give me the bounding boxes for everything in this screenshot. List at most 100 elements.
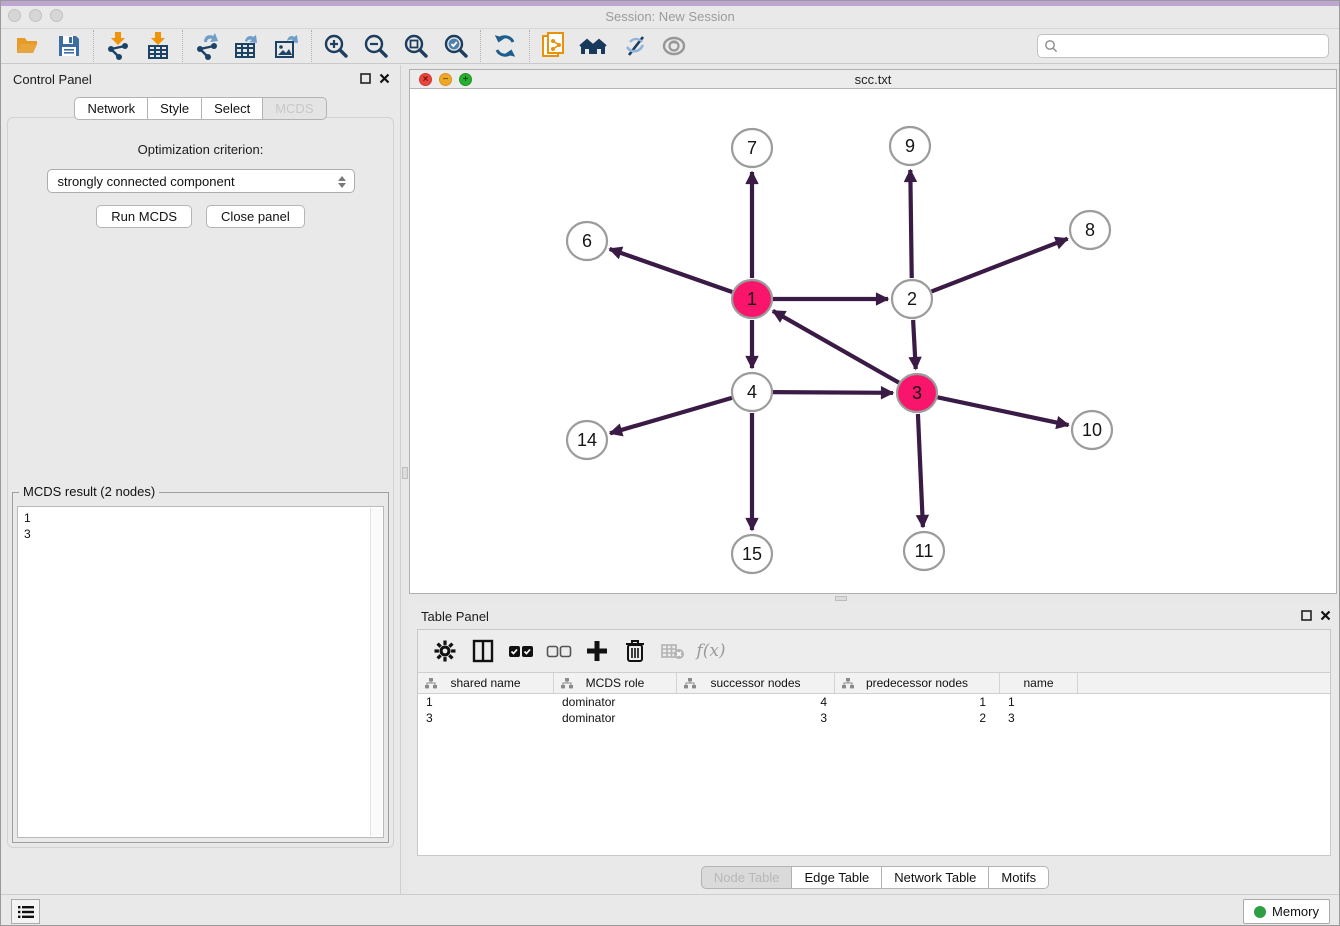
tab-network-table[interactable]: Network Table — [881, 866, 989, 889]
graph-node-8[interactable]: 8 — [1070, 211, 1110, 249]
tab-motifs[interactable]: Motifs — [988, 866, 1049, 889]
graph-edge-3-10[interactable] — [938, 397, 1069, 425]
graph-node-9[interactable]: 9 — [890, 127, 930, 165]
column-label: MCDS role — [586, 676, 645, 690]
zoom-out-button[interactable] — [356, 30, 396, 62]
column-header-mcds-role[interactable]: MCDS role — [554, 673, 677, 693]
tab-mcds[interactable]: MCDS — [262, 97, 326, 120]
hierarchy-icon — [684, 678, 696, 689]
column-header-shared-name[interactable]: shared name — [418, 673, 554, 693]
zoom-in-button[interactable] — [316, 30, 356, 62]
refresh-button[interactable] — [485, 30, 525, 62]
optimization-criterion-select[interactable]: strongly connected component — [47, 169, 355, 193]
column-label: shared name — [450, 676, 520, 690]
function-builder-button[interactable]: f(x) — [694, 634, 728, 668]
export-table-button[interactable] — [227, 30, 267, 62]
table-settings-button[interactable] — [428, 634, 462, 668]
tab-edge-table[interactable]: Edge Table — [791, 866, 882, 889]
memory-label: Memory — [1272, 904, 1319, 919]
fit-content-button[interactable] — [396, 30, 436, 62]
toggle-columns-button[interactable] — [466, 634, 500, 668]
column-label: predecessor nodes — [866, 676, 968, 690]
tab-select[interactable]: Select — [201, 97, 263, 120]
network-frame-titlebar[interactable]: × − + scc.txt — [410, 70, 1336, 89]
table-row[interactable]: 3 dominator 3 2 3 — [418, 710, 1330, 726]
open-network-file-button[interactable] — [534, 30, 574, 62]
tab-node-table[interactable]: Node Table — [701, 866, 793, 889]
cell-predecessor-nodes: 2 — [835, 710, 1000, 726]
hierarchy-icon — [842, 678, 854, 689]
graph-edge-3-1[interactable] — [773, 311, 899, 383]
split-divider-handle[interactable] — [835, 596, 847, 601]
toolbar-separator — [93, 30, 94, 62]
tab-style[interactable]: Style — [147, 97, 202, 120]
column-header-successor-nodes[interactable]: successor nodes — [677, 673, 835, 693]
hide-panels-button[interactable] — [614, 30, 654, 62]
overview-button[interactable] — [574, 30, 614, 62]
eye-icon — [660, 34, 688, 58]
task-list-icon — [18, 905, 34, 919]
graph-node-label: 3 — [912, 383, 922, 403]
close-panel-button[interactable]: Close panel — [206, 205, 305, 228]
close-panel-icon[interactable] — [379, 73, 390, 84]
graph-node-label: 7 — [747, 138, 757, 158]
float-panel-icon[interactable] — [1301, 610, 1312, 621]
graph-edge-2-3[interactable] — [913, 320, 916, 369]
import-table-button[interactable] — [138, 30, 178, 62]
column-header-predecessor-nodes[interactable]: predecessor nodes — [835, 673, 1000, 693]
graph-node-11[interactable]: 11 — [904, 532, 944, 570]
graph-edge-4-3[interactable] — [773, 392, 893, 393]
graph-node-label: 4 — [747, 382, 757, 402]
mcds-result-text[interactable]: 1 3 — [17, 506, 384, 838]
delete-columns-button[interactable] — [618, 634, 652, 668]
graph-node-3[interactable]: 3 — [897, 374, 937, 412]
graph-edge-2-8[interactable] — [932, 239, 1068, 292]
graph-edge-1-6[interactable] — [610, 249, 733, 292]
graph-node-label: 9 — [905, 136, 915, 156]
horizontal-split-divider[interactable] — [409, 594, 1340, 602]
select-all-columns-button[interactable] — [504, 634, 538, 668]
open-session-button[interactable] — [9, 30, 49, 62]
toolbar-separator — [182, 30, 183, 62]
table-panel: Table Panel — [409, 602, 1340, 894]
show-panels-button[interactable] — [654, 30, 694, 62]
destroy-table-button[interactable] — [656, 634, 690, 668]
close-panel-icon[interactable] — [1320, 610, 1331, 621]
network-graph[interactable]: 1 2 3 4 6 7 8 9 10 11 14 15 — [410, 89, 1336, 593]
save-session-button[interactable] — [49, 30, 89, 62]
graph-edge-3-11[interactable] — [918, 414, 923, 527]
memory-button[interactable]: Memory — [1243, 899, 1330, 924]
network-file-icon — [541, 32, 567, 60]
task-history-button[interactable] — [11, 899, 40, 924]
network-canvas[interactable]: 1 2 3 4 6 7 8 9 10 11 14 15 — [410, 89, 1336, 593]
result-scrollbar[interactable] — [370, 508, 382, 836]
column-header-name[interactable]: name — [1000, 673, 1078, 693]
deselect-all-columns-button[interactable] — [542, 634, 576, 668]
graph-node-6[interactable]: 6 — [567, 222, 607, 260]
graph-node-1[interactable]: 1 — [732, 280, 772, 318]
export-image-button[interactable] — [267, 30, 307, 62]
run-mcds-button[interactable]: Run MCDS — [96, 205, 192, 228]
float-panel-icon[interactable] — [360, 73, 371, 84]
tab-network[interactable]: Network — [74, 97, 148, 120]
table-panel-title: Table Panel — [421, 609, 489, 624]
graph-node-2[interactable]: 2 — [892, 280, 932, 318]
graph-node-7[interactable]: 7 — [732, 129, 772, 167]
export-network-button[interactable] — [187, 30, 227, 62]
graph-node-10[interactable]: 10 — [1072, 411, 1112, 449]
split-divider-handle[interactable] — [402, 467, 408, 479]
table-row[interactable]: 1 dominator 4 1 1 — [418, 694, 1330, 710]
zoom-selected-button[interactable] — [436, 30, 476, 62]
import-network-button[interactable] — [98, 30, 138, 62]
graph-edge-4-14[interactable] — [610, 398, 732, 433]
graph-node-label: 14 — [577, 430, 597, 450]
cell-predecessor-nodes: 1 — [835, 694, 1000, 710]
graph-node-15[interactable]: 15 — [732, 535, 772, 573]
graph-edge-2-9[interactable] — [910, 170, 911, 278]
graph-node-4[interactable]: 4 — [732, 373, 772, 411]
network-title: scc.txt — [410, 72, 1336, 87]
create-column-button[interactable] — [580, 634, 614, 668]
search-input[interactable] — [1062, 39, 1328, 54]
network-frame: × − + scc.txt 1 2 3 4 6 7 8 9 10 11 14 15 — [409, 69, 1337, 594]
graph-node-14[interactable]: 14 — [567, 421, 607, 459]
